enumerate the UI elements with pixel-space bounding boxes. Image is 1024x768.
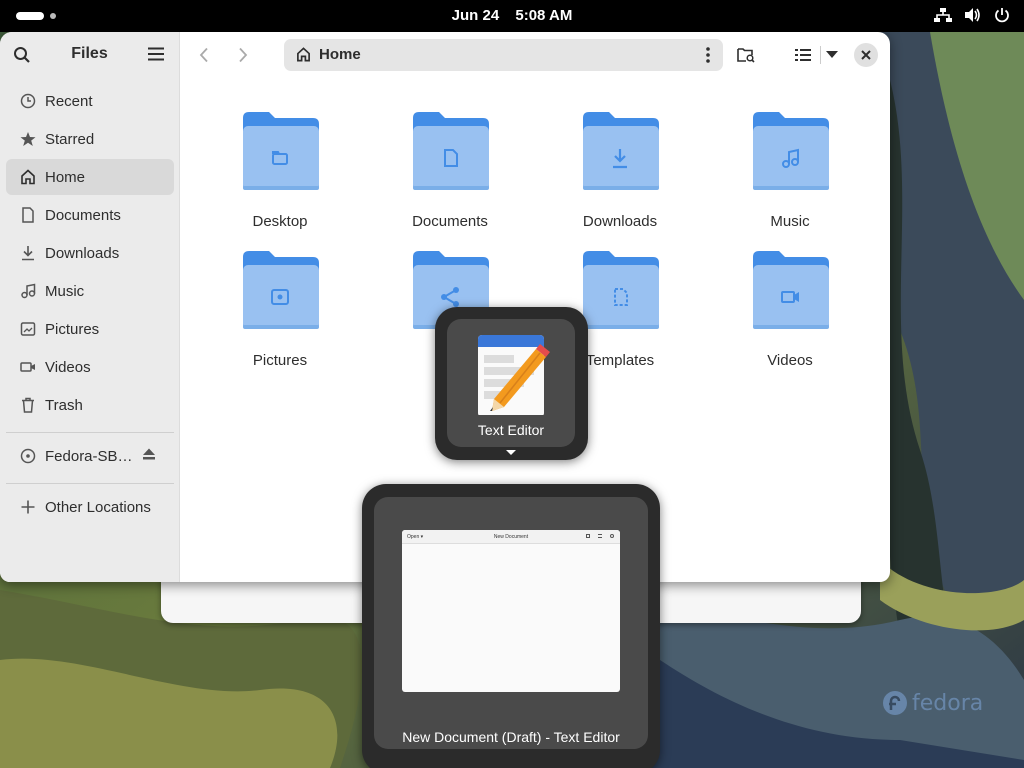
sidebar-item-recent[interactable]: Recent [6,83,174,119]
close-icon [861,50,871,60]
sidebar-item-label: Fedora-SB… [45,447,133,465]
chevron-right-icon [239,47,248,63]
text-editor-icon [476,331,550,420]
folder-desktop[interactable]: Desktop [215,110,345,240]
plus-icon [20,499,36,515]
view-options-button[interactable] [818,41,846,69]
window-preview-popup: Open ▾ New Document New Document (Draft)… [362,484,660,768]
download-icon [20,245,36,261]
document-icon [20,207,36,223]
caret-down-icon [506,450,516,455]
forward-button[interactable] [229,41,257,69]
folder-pictures[interactable]: Pictures [215,249,345,379]
sidebar-item-music[interactable]: Music [6,273,174,309]
more-options-icon[interactable] [706,47,710,68]
home-icon [20,169,36,185]
view-list-button[interactable] [789,41,817,69]
sidebar-item-label: Videos [45,358,91,376]
sidebar-item-label: Documents [45,206,121,224]
folder-label: Pictures [252,352,308,369]
close-button[interactable] [854,43,878,67]
app-switcher-popup: Text Editor [435,307,588,460]
sidebar-item-other-locations[interactable]: Other Locations [6,489,174,525]
sidebar-item-device[interactable]: Fedora-SB… [6,438,174,474]
app-name-label: Text Editor [477,422,545,438]
clock-time: 5:08 AM [515,7,573,24]
power-icon [994,7,1010,23]
window-title-label: New Document (Draft) - Text Editor [402,729,620,745]
fedora-logo: fedora [882,690,983,716]
sidebar-item-downloads[interactable]: Downloads [6,235,174,271]
sidebar-divider [6,483,174,484]
sidebar-item-label: Music [45,282,85,300]
clock-icon [20,93,36,109]
folder-label: Desktop [252,213,308,230]
folder-label: Music [770,213,810,230]
clock-date: Jun 24 [451,7,500,24]
home-icon [296,47,311,67]
folder-label: Documents [412,213,488,230]
header-bar: Home [180,32,890,78]
video-icon [20,359,36,375]
folder-downloads[interactable]: Downloads [555,110,685,240]
sidebar-divider [6,432,174,433]
fedora-logo-icon [883,691,907,715]
folder-music[interactable]: Music [725,110,855,240]
sidebar-item-documents[interactable]: Documents [6,197,174,233]
search-folder-button[interactable] [732,41,760,69]
folder-documents[interactable]: Documents [385,110,515,240]
sidebar-item-pictures[interactable]: Pictures [6,311,174,347]
breadcrumb-home[interactable]: Home [319,46,361,63]
folder-search-icon [737,48,755,63]
trash-icon [20,397,36,413]
star-icon [20,131,36,147]
chevron-left-icon [199,47,208,63]
thumbnail-menu-icon [598,534,602,538]
sidebar-item-starred[interactable]: Starred [6,121,174,157]
volume-icon [964,7,982,23]
folder-downloads-icon [583,112,659,190]
thumbnail-save-icon [586,534,590,538]
app-switcher-item[interactable]: Text Editor [447,319,575,447]
folder-pictures-icon [243,251,319,329]
folder-videos[interactable]: Videos [725,249,855,379]
folder-music-icon [753,112,829,190]
clock[interactable]: Jun 24 5:08 AM [0,7,1024,24]
picture-icon [20,321,36,337]
folder-templates-icon [583,251,659,329]
path-bar[interactable]: Home [284,39,723,71]
network-icon [934,7,952,23]
back-button[interactable] [190,41,218,69]
thumbnail-close-icon [610,534,614,538]
sidebar-item-label: Trash [45,396,83,414]
folder-videos-icon [753,251,829,329]
hamburger-menu-icon[interactable] [148,47,164,66]
chevron-down-icon [826,51,838,58]
sidebar-item-videos[interactable]: Videos [6,349,174,385]
sidebar-item-label: Downloads [45,244,120,262]
top-bar: Jun 24 5:08 AM [0,0,1024,32]
disc-icon [20,448,36,464]
system-tray[interactable] [934,7,1010,23]
sidebar-item-trash[interactable]: Trash [6,387,174,423]
sidebar-item-label: Home [45,168,86,186]
eject-icon[interactable] [142,447,156,465]
folder-label: Downloads [582,213,658,230]
folder-label: Videos [767,352,813,369]
sidebar-item-label: Starred [45,130,95,148]
music-icon [20,283,36,299]
folder-desktop-icon [243,112,319,190]
folder-documents-icon [413,112,489,190]
window-thumbnail[interactable]: Open ▾ New Document [402,530,620,692]
thumbnail-titlebar: Open ▾ New Document [402,530,620,544]
sidebar: Files Recent Starred Home Documents Down… [0,32,180,582]
sidebar-header: Files [0,32,179,78]
sidebar-item-home[interactable]: Home [6,159,174,195]
sidebar-item-label: Recent [45,92,93,110]
sidebar-item-label: Other Locations [45,498,151,516]
fedora-logo-text: fedora [912,690,984,716]
sidebar-item-label: Pictures [45,320,100,338]
list-view-icon [795,49,811,61]
